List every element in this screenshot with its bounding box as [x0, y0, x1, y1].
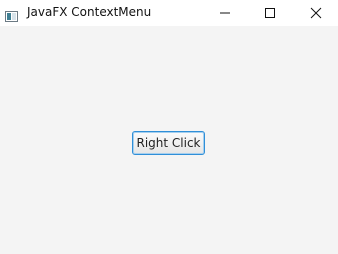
- close-button[interactable]: [294, 0, 338, 26]
- window-title: JavaFX ContextMenu: [27, 5, 152, 19]
- maximize-button[interactable]: [248, 0, 292, 26]
- java-app-icon: [5, 7, 18, 22]
- maximize-icon: [265, 8, 275, 18]
- app-window: JavaFX ContextMenu Right Click: [0, 0, 338, 254]
- close-icon: [310, 7, 322, 19]
- minimize-icon: [220, 12, 230, 14]
- minimize-button[interactable]: [203, 0, 247, 26]
- content-area[interactable]: Right Click: [0, 26, 338, 254]
- title-bar[interactable]: JavaFX ContextMenu: [0, 0, 338, 26]
- right-click-button[interactable]: Right Click: [132, 131, 205, 155]
